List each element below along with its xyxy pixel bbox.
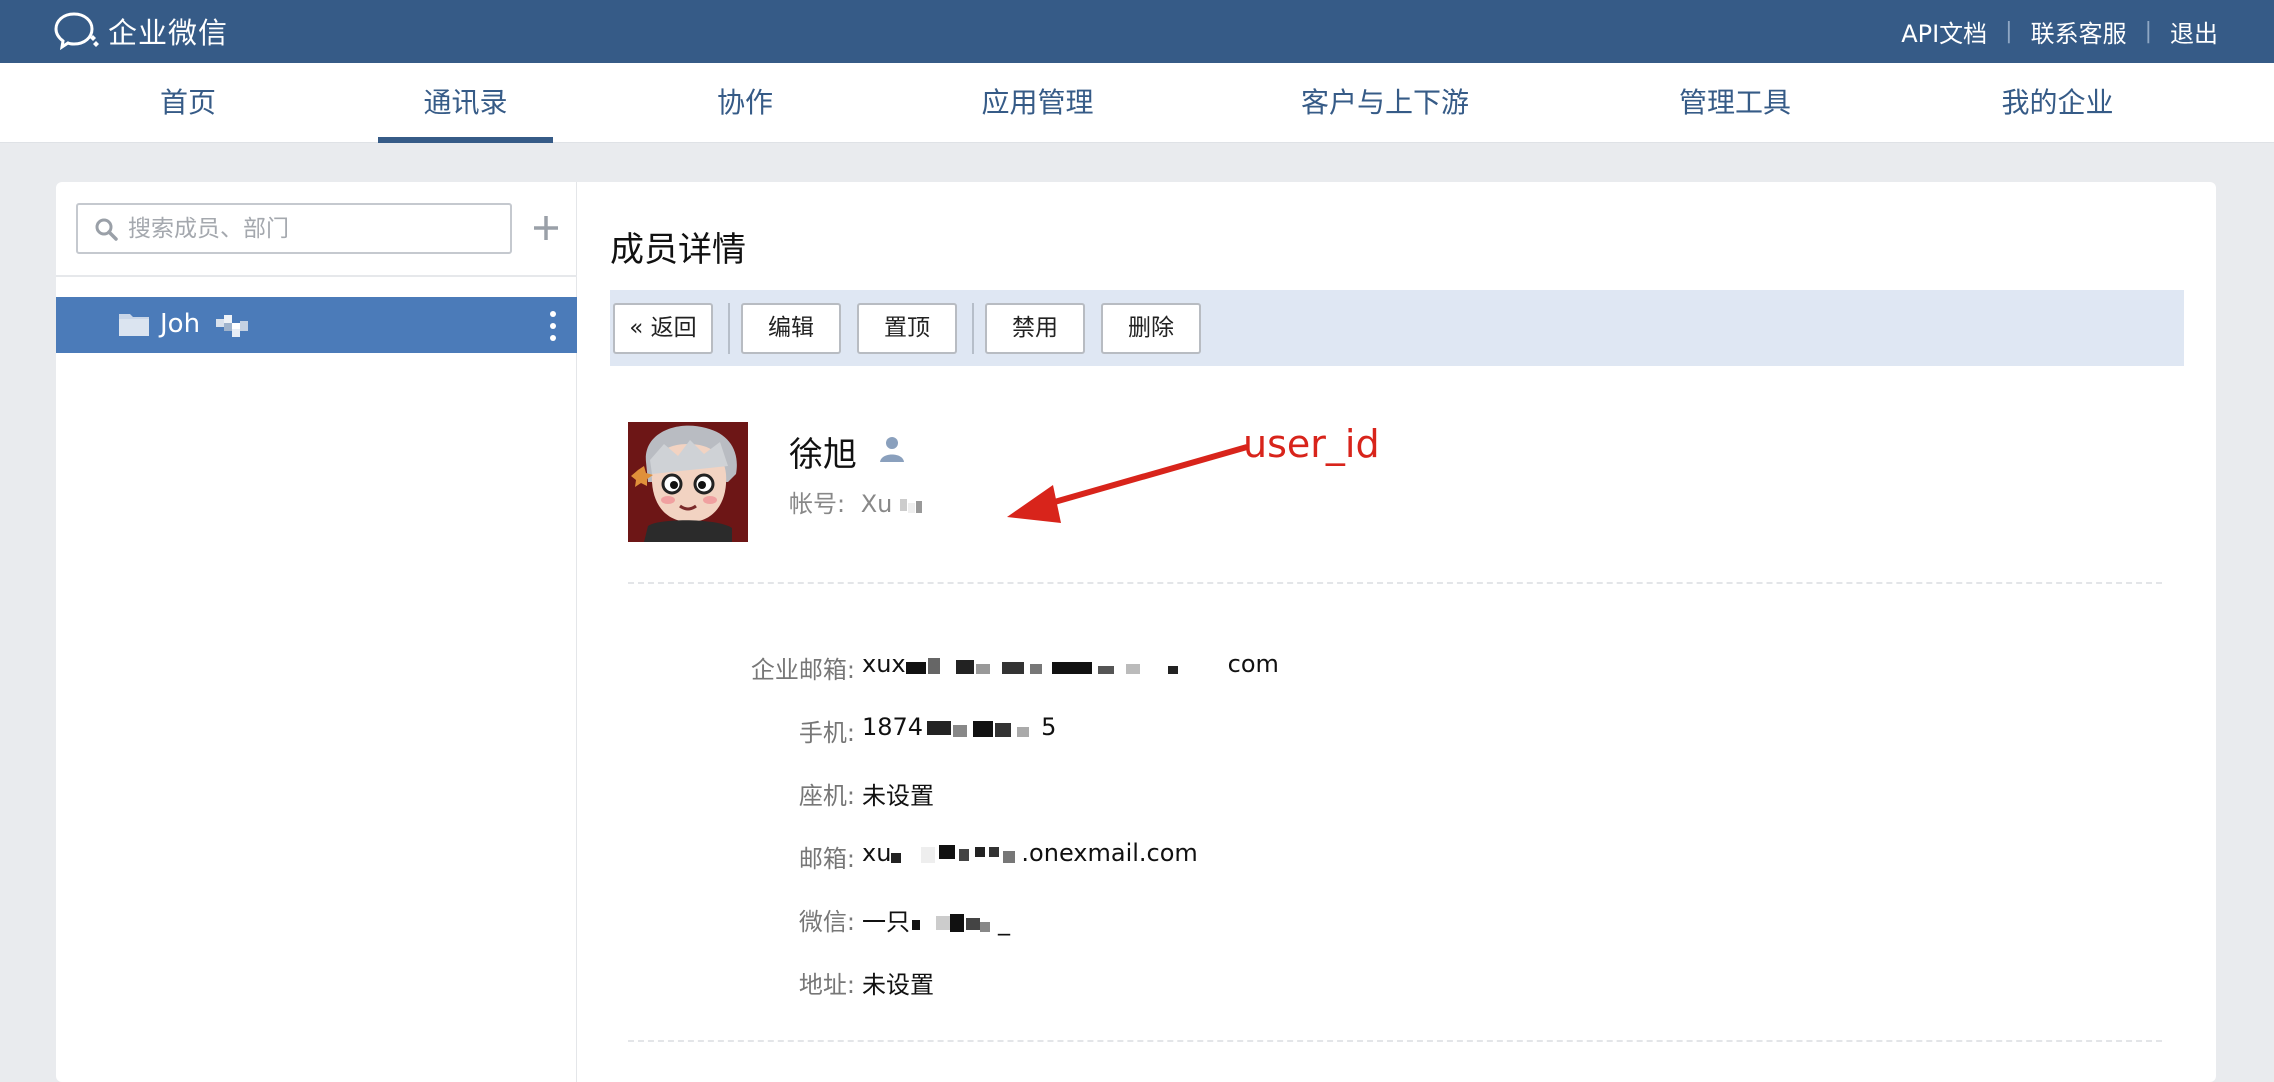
field-value: 未设置 [862,971,934,999]
contact-support-link[interactable]: 联系客服 [2031,14,2127,49]
wecom-logo-icon [54,12,99,51]
logout-link[interactable]: 退出 [2170,14,2218,49]
action-toolbar: « 返回 编辑 置顶 禁用 删除 [610,290,2184,366]
api-docs-link[interactable]: API文档 [1901,14,1987,49]
search-input[interactable] [128,205,508,252]
field-value: 1874 5 [862,713,1056,741]
member-name: 徐旭 [789,435,857,475]
nav-home[interactable]: 首页 [148,63,228,143]
field-label: 座机: [798,782,855,810]
field-email: 邮箱: xu .onexmail.com [577,839,2216,875]
nav-app-management[interactable]: 应用管理 [970,63,1105,143]
field-value: 一只 _ [862,902,1010,937]
field-value-text: xu [862,839,892,867]
annotation-arrow [1007,444,1248,523]
pin-button[interactable]: 置顶 [857,303,957,354]
sidebar: Joh [56,182,577,1082]
person-icon [880,437,904,462]
member-detail-panel: 成员详情 « 返回 编辑 置顶 禁用 删除 徐旭 帐号: Xu user_id … [577,182,2216,1082]
delete-button[interactable]: 删除 [1101,303,1201,354]
nav-customers[interactable]: 客户与上下游 [1295,63,1475,143]
top-bar: 企业微信 API文档 | 联系客服 | 退出 [0,0,2274,63]
annotation-label: user_id [1243,422,1380,466]
field-value-text: .onexmail.com [1021,839,1198,867]
top-links: API文档 | 联系客服 | 退出 [1901,0,2218,63]
field-label: 邮箱: [798,845,855,873]
field-landline: 座机: 未设置 [577,776,2216,812]
back-button[interactable]: « 返回 [613,303,713,354]
field-value: xux com [862,650,1279,678]
account-row: 帐号: Xu [789,484,928,519]
redaction-mosaic [216,315,248,337]
field-value: 未设置 [862,782,934,810]
field-value: xu .onexmail.com [862,839,1198,867]
field-label: 地址: [798,971,855,999]
nav-collaboration[interactable]: 协作 [705,63,785,143]
divider [628,1040,2162,1042]
field-label: 微信: [798,908,855,936]
brand[interactable]: 企业微信 [54,10,228,52]
more-options-icon[interactable] [548,309,558,343]
field-mobile: 手机: 1874 5 [577,713,2216,749]
field-label: 手机: [798,719,855,747]
account-value: Xu [860,490,893,518]
avatar-image [628,422,748,542]
redaction-mosaic [927,721,1030,737]
divider [56,275,577,277]
field-enterprise-email: 企业邮箱: xux com [577,650,2216,686]
redaction-mosaic [900,499,923,513]
department-name: Joh [160,309,201,339]
add-icon[interactable] [526,206,566,250]
main-nav: 首页 通讯录 协作 应用管理 客户与上下游 管理工具 我的企业 [0,63,2274,143]
divider [972,303,974,354]
page-title: 成员详情 [610,230,746,270]
divider: | [2005,19,2013,44]
search-box [76,203,512,254]
field-value-text: xux [862,650,906,678]
nav-my-enterprise[interactable]: 我的企业 [1990,63,2125,143]
divider: | [2144,19,2152,44]
main-card: Joh 成员详情 « 返回 编辑 置顶 禁用 删除 [56,182,2216,1082]
edit-button[interactable]: 编辑 [741,303,841,354]
brand-name: 企业微信 [108,16,229,50]
folder-icon [119,314,149,336]
field-value-text: _ [998,908,1010,936]
nav-contacts[interactable]: 通讯录 [378,63,553,143]
avatar [628,422,748,542]
redaction-mosaic [905,658,1178,674]
department-item[interactable]: Joh [56,297,577,353]
field-value-text: com [1227,650,1279,678]
divider [628,582,2162,584]
field-value-text: 一只 [862,908,910,936]
search-icon [95,218,118,241]
redaction-mosaic [912,914,990,932]
field-label: 企业邮箱: [750,656,855,684]
field-wechat: 微信: 一只 _ [577,902,2216,938]
field-address: 地址: 未设置 [577,965,2216,1001]
nav-management-tools[interactable]: 管理工具 [1665,63,1805,143]
disable-button[interactable]: 禁用 [985,303,1085,354]
divider [728,303,730,354]
field-value-text: 1874 [862,713,924,741]
field-value-text: 5 [1041,713,1057,741]
redaction-mosaic [891,845,1016,863]
account-label: 帐号: [789,490,846,518]
